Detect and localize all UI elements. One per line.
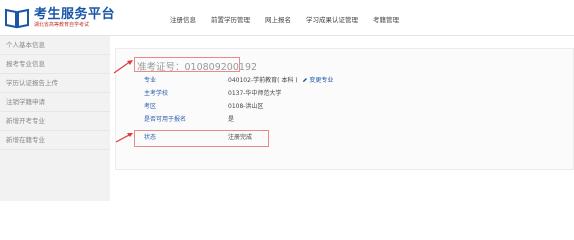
pencil-icon [302, 78, 307, 82]
logo[interactable]: 考生服务平台 湖北省高等教育自学考试 [4, 5, 115, 31]
exam-number: 准考证号：010809200192 [137, 62, 258, 73]
info-value: 0108-洪山区 [228, 103, 264, 110]
sidebar-item-major-info[interactable]: 报考专业信息 [0, 55, 110, 74]
nav-exam-record[interactable]: 考籍管理 [373, 14, 399, 24]
sidebar-item-add-exam-major[interactable]: 新增开考专业 [0, 112, 110, 131]
info-label: 是否可用于报名 [144, 116, 187, 123]
sidebar-item-add-enrolled-major[interactable]: 新增在籍专业 [0, 131, 110, 150]
info-label: 主考学校 [144, 90, 169, 97]
info-value: 是 [228, 116, 235, 123]
nav-prior-education[interactable]: 前置学历管理 [211, 14, 250, 24]
annotation-arrow-exam-number [113, 60, 133, 74]
info-value: 040102-学前教育( 本科 ) 变更专业 [228, 76, 333, 85]
annotation-arrow-status [115, 133, 133, 143]
status-value: 注册完成 [228, 134, 253, 141]
info-label: 考区 [144, 103, 157, 110]
nav-online-registration[interactable]: 网上报名 [265, 14, 291, 24]
top-header: 考生服务平台 湖北省高等教育自学考试 注册信息 前置学历管理 网上报名 学习成果… [0, 0, 574, 36]
nav-register-info[interactable]: 注册信息 [170, 14, 196, 24]
change-major-link[interactable]: 变更专业 [309, 77, 333, 84]
sidebar-item-personal-info[interactable]: 个人基本信息 [0, 36, 110, 55]
nav-learning-credit[interactable]: 学习成果认证管理 [306, 14, 358, 24]
info-label: 状态 [144, 134, 157, 141]
major-info-panel: 准考证号：010809200192 专业 040102-学前教育( 本科 ) 变… [115, 48, 574, 170]
book-logo-icon [4, 7, 30, 29]
sidebar: 个人基本信息 报考专业信息 学历认证报告上传 注销学籍申请 新增开考专业 新增在… [0, 36, 110, 201]
brand-title: 考生服务平台 [34, 7, 116, 22]
sidebar-item-degree-upload[interactable]: 学历认证报告上传 [0, 74, 110, 93]
sidebar-item-cancel-enrollment[interactable]: 注销学籍申请 [0, 93, 110, 112]
main-nav: 注册信息 前置学历管理 网上报名 学习成果认证管理 考籍管理 [170, 14, 414, 24]
info-value: 0137-华中师范大学 [228, 90, 282, 97]
brand-subtitle: 湖北省高等教育自学考试 [34, 22, 90, 28]
info-label: 专业 [144, 77, 157, 84]
major-value: 040102-学前教育( 本科 ) [228, 77, 298, 84]
